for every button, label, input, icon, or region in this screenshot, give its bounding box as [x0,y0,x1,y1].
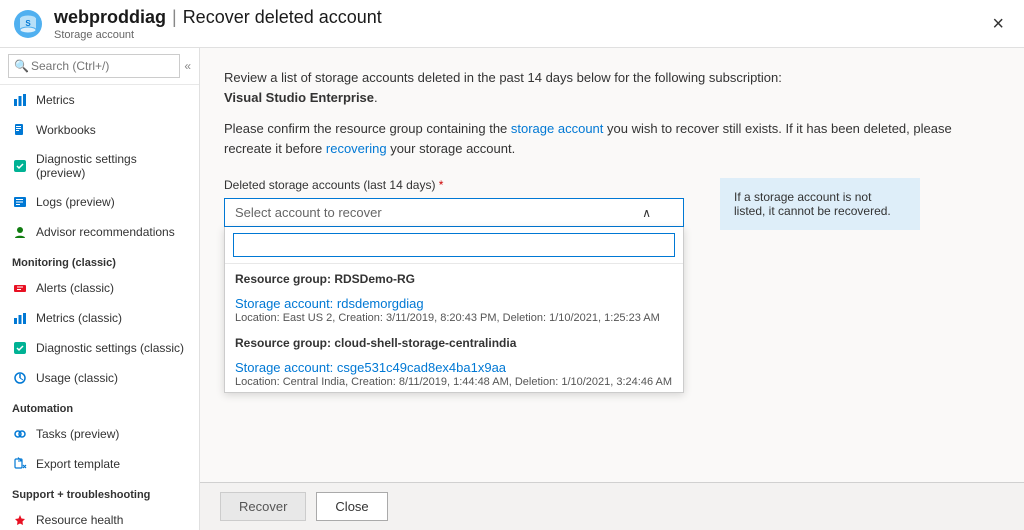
dropdown-item-1[interactable]: Storage account: rdsdemorgdiag Location:… [225,290,683,328]
diagnostic-classic-icon [12,340,28,356]
main-area: 🔍 « Metrics Workbooks [0,48,1024,530]
dropdown-container: Select account to recover ∧ Resource gro… [224,198,684,227]
sidebar-label-export: Export template [36,457,120,471]
page-title: Recover deleted account [183,7,382,28]
sidebar-item-usage-classic[interactable]: Usage (classic) [0,363,199,393]
storage-account-link[interactable]: storage account [511,121,604,136]
tasks-icon [12,426,28,442]
sidebar-item-export[interactable]: Export template [0,449,199,479]
sidebar-item-metrics[interactable]: Metrics [0,85,199,115]
sidebar-section-automation: Automation [0,393,199,419]
info-box-text: If a storage account is not listed, it c… [734,190,891,218]
sidebar-item-logs[interactable]: Logs (preview) [0,187,199,217]
sidebar-item-alerts-classic[interactable]: Alerts (classic) [0,273,199,303]
header-subtitle: Storage account [54,29,134,41]
recovering-link[interactable]: recovering [326,141,387,156]
storage-account-icon: S [12,8,44,40]
alert-classic-icon [12,280,28,296]
header-wrapper: webproddiag | Recover deleted account St… [54,7,382,41]
dropdown-item-2-detail: Location: Central India, Creation: 8/11/… [235,376,673,388]
usage-classic-icon [12,370,28,386]
sidebar-label-resource-health: Resource health [36,513,123,527]
advisor-icon [12,224,28,240]
header-app-name: webproddiag | Recover deleted account [54,7,382,28]
content-inner: Review a list of storage accounts delete… [200,48,1024,482]
chevron-up-icon: ∧ [642,206,651,220]
footer: Recover Close [200,482,1024,530]
title-separator: | [172,7,177,28]
sidebar-item-tasks[interactable]: Tasks (preview) [0,419,199,449]
subscription-name: Visual Studio Enterprise [224,90,374,105]
dropdown-item-2-name: Storage account: csge531c49cad8ex4ba1x9a… [235,360,673,375]
close-footer-button[interactable]: Close [316,492,387,521]
header: S webproddiag | Recover deleted account … [0,0,1024,48]
field-container: Deleted storage accounts (last 14 days) … [224,178,684,227]
sidebar-label-diagnostic-classic: Diagnostic settings (classic) [36,341,184,355]
confirm-text: Please confirm the resource group contai… [224,119,1000,158]
search-container: 🔍 « [0,48,199,85]
dropdown-panel: Resource group: RDSDemo-RG Storage accou… [224,227,684,393]
required-marker: * [439,178,444,192]
search-icon: 🔍 [14,59,29,73]
sidebar-item-resource-health[interactable]: Resource health [0,505,199,530]
sidebar-item-workbooks[interactable]: Workbooks [0,115,199,145]
recover-button[interactable]: Recover [220,492,306,521]
dropdown-area: Deleted storage accounts (last 14 days) … [224,178,1000,230]
dropdown-select[interactable]: Select account to recover ∧ [224,198,684,227]
sidebar-label-usage-classic: Usage (classic) [36,371,118,385]
dropdown-placeholder: Select account to recover [235,205,382,220]
field-label-text: Deleted storage accounts (last 14 days) [224,178,435,192]
bar-chart-icon [12,92,28,108]
confirm-text-1: Please confirm the resource group contai… [224,121,511,136]
sidebar-item-advisor[interactable]: Advisor recommendations [0,217,199,247]
content-area: Review a list of storage accounts delete… [200,48,1024,530]
sidebar-item-metrics-classic[interactable]: Metrics (classic) [0,303,199,333]
health-icon [12,512,28,528]
sidebar-label-diagnostic: Diagnostic settings (preview) [36,152,187,180]
sidebar-section-monitoring: Monitoring (classic) [0,247,199,273]
sidebar-label-workbooks: Workbooks [36,123,96,137]
sidebar-label-logs: Logs (preview) [36,195,115,209]
sidebar-nav: Metrics Workbooks Diagnostic settings (p… [0,85,199,530]
sidebar-label-metrics-classic: Metrics (classic) [36,311,122,325]
metrics-classic-icon [12,310,28,326]
dropdown-group-2-label: Resource group: cloud-shell-storage-cent… [225,328,683,354]
close-button[interactable]: × [984,10,1012,38]
sidebar-label-alerts-classic: Alerts (classic) [36,281,114,295]
description-prefix: Review a list of storage accounts delete… [224,70,782,85]
sidebar-item-diagnostic[interactable]: Diagnostic settings (preview) [0,145,199,187]
sidebar-label-advisor: Advisor recommendations [36,225,175,239]
logs-icon [12,194,28,210]
dropdown-item-2[interactable]: Storage account: csge531c49cad8ex4ba1x9a… [225,354,683,392]
dropdown-search-input[interactable] [233,233,675,257]
app-name: webproddiag [54,7,166,28]
sidebar: 🔍 « Metrics Workbooks [0,48,200,530]
field-label: Deleted storage accounts (last 14 days) … [224,178,684,192]
confirm-text-3: your storage account. [387,141,516,156]
dropdown-item-1-detail: Location: East US 2, Creation: 3/11/2019… [235,312,673,324]
app-container: S webproddiag | Recover deleted account … [0,0,1024,530]
sidebar-item-diagnostic-classic[interactable]: Diagnostic settings (classic) [0,333,199,363]
sidebar-label-tasks: Tasks (preview) [36,427,119,441]
diagnostic-icon [12,158,28,174]
export-icon [12,456,28,472]
svg-text:S: S [25,19,31,28]
sidebar-section-support: Support + troubleshooting [0,479,199,505]
sidebar-label-metrics: Metrics [36,93,75,107]
dropdown-group-1-label: Resource group: RDSDemo-RG [225,264,683,290]
dropdown-search [225,227,683,264]
search-input[interactable] [8,54,180,78]
dropdown-item-1-name: Storage account: rdsdemorgdiag [235,296,673,311]
book-icon [12,122,28,138]
collapse-button[interactable]: « [184,59,191,73]
description-text: Review a list of storage accounts delete… [224,68,1000,107]
info-box: If a storage account is not listed, it c… [720,178,920,230]
